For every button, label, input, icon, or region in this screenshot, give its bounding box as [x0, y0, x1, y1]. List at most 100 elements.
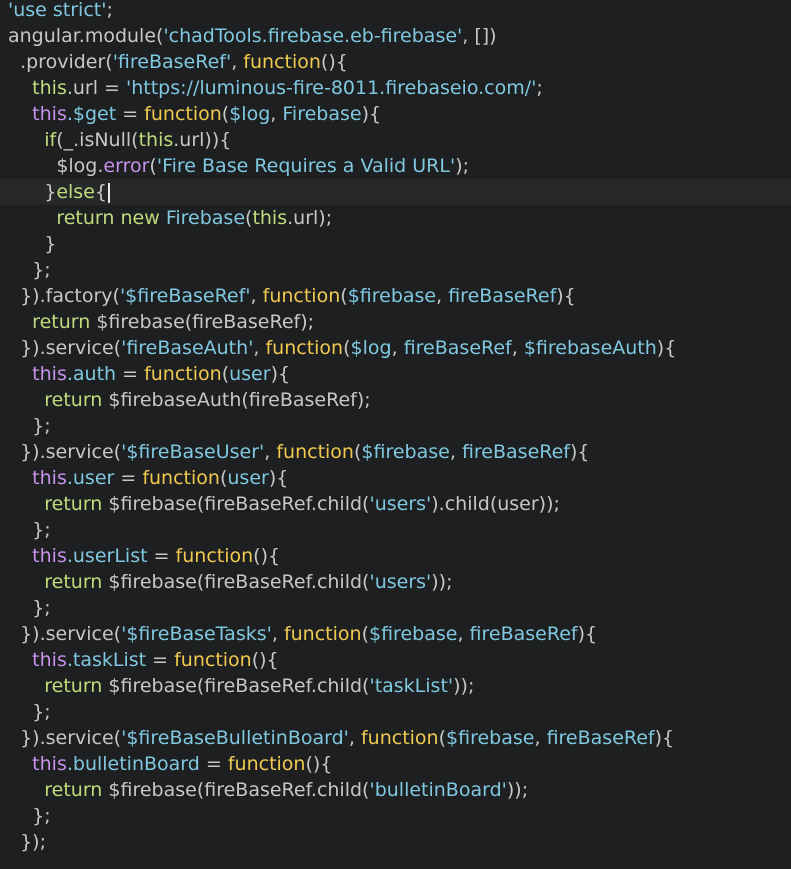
code-token: fireBaseRef — [546, 727, 655, 749]
code-token: ( — [361, 623, 369, 645]
code-line[interactable]: }; — [0, 257, 791, 283]
code-line[interactable]: return $firebase(fireBaseRef.child('bull… — [0, 777, 791, 803]
code-token: this — [32, 467, 67, 489]
code-token: $firebase — [361, 441, 450, 463]
code-token: $log — [229, 103, 271, 125]
code-line[interactable]: return $firebaseAuth(fireBaseRef); — [0, 387, 791, 413]
code-token: ){ — [654, 727, 675, 749]
code-line[interactable]: }).service('fireBaseAuth', function($log… — [0, 335, 791, 361]
code-line[interactable]: }else{ — [0, 179, 791, 205]
code-line-text: this.$get = function($log, Firebase){ — [8, 101, 381, 127]
code-line[interactable]: return $firebase(fireBaseRef); — [0, 309, 791, 335]
code-token: }; — [8, 597, 51, 619]
code-token: , — [271, 623, 284, 645]
code-line[interactable]: return $firebase(fireBaseRef.child('user… — [0, 569, 791, 595]
code-line[interactable]: }).service('$fireBaseUser', function($fi… — [0, 439, 791, 465]
code-token: ( — [340, 285, 348, 307]
code-token: return — [44, 571, 103, 593]
code-token: $firebase(fireBaseRef.child( — [102, 779, 370, 801]
code-token: = — [116, 363, 145, 385]
code-token: user — [227, 467, 269, 489]
code-token: this — [32, 649, 67, 671]
code-token: = — [147, 545, 176, 567]
code-line[interactable]: angular.module('chadTools.firebase.eb-fi… — [0, 23, 791, 49]
code-line[interactable]: this.$get = function($log, Firebase){ — [0, 101, 791, 127]
code-token: 'users' — [369, 493, 432, 515]
code-line[interactable]: $log.error('Fire Base Requires a Valid U… — [0, 153, 791, 179]
code-line-text: }; — [8, 803, 51, 829]
code-line[interactable]: }); — [0, 829, 791, 855]
code-token: (){ — [320, 51, 348, 73]
code-line-text: }).service('$fireBaseBulletinBoard', fun… — [8, 725, 674, 751]
code-line[interactable]: }; — [0, 699, 791, 725]
code-line-text: }); — [8, 829, 46, 855]
code-token: this — [32, 753, 67, 775]
code-line[interactable]: }).service('$fireBaseBulletinBoard', fun… — [0, 725, 791, 751]
code-line[interactable]: }; — [0, 413, 791, 439]
code-token: .taskList — [66, 649, 147, 671]
code-line-text: angular.module('chadTools.firebase.eb-fi… — [8, 23, 497, 49]
code-line-text: }).service('$fireBaseTasks', function($f… — [8, 621, 597, 647]
code-token: $firebase(fireBaseRef.child( — [102, 571, 370, 593]
code-token: $firebaseAuth(fireBaseRef); — [102, 389, 371, 411]
code-line[interactable]: this.taskList = function(){ — [0, 647, 791, 673]
code-line[interactable]: return $firebase(fireBaseRef.child('task… — [0, 673, 791, 699]
code-token: }).service( — [8, 441, 122, 463]
code-line[interactable]: }).factory('$fireBaseRef', function($fir… — [0, 283, 791, 309]
code-token: (){ — [251, 649, 279, 671]
code-line[interactable]: }; — [0, 517, 791, 543]
code-line-text: this.url = 'https://luminous-fire-8011.f… — [8, 75, 543, 101]
code-line[interactable]: }; — [0, 595, 791, 621]
code-token: $firebase — [446, 727, 535, 749]
code-token: }; — [8, 701, 51, 723]
code-token: , — [449, 441, 462, 463]
code-token: }; — [8, 415, 51, 437]
code-line-text: this.userList = function(){ — [8, 543, 280, 569]
code-token: ; — [536, 77, 543, 99]
code-token: 'chadTools.firebase.eb-firebase' — [163, 25, 463, 47]
code-line[interactable]: return $firebase(fireBaseRef.child('user… — [0, 491, 791, 517]
code-token: return — [56, 207, 115, 229]
code-line[interactable]: .provider('fireBaseRef', function(){ — [0, 49, 791, 75]
code-token: user — [229, 363, 271, 385]
code-line[interactable]: this.user = function(user){ — [0, 465, 791, 491]
code-line[interactable]: return new Firebase(this.url); — [0, 205, 791, 231]
code-line-text: this.taskList = function(){ — [8, 647, 279, 673]
code-token: function — [227, 753, 306, 775]
code-token: fireBaseRef — [461, 441, 570, 463]
code-token: ); — [455, 155, 470, 177]
text-cursor — [107, 182, 110, 203]
code-line-text: return $firebase(fireBaseRef.child('user… — [8, 569, 452, 595]
code-line-text: this.bulletinBoard = function(){ — [8, 751, 332, 777]
code-token: factory( — [45, 285, 120, 307]
code-token: fireBaseRef — [403, 337, 512, 359]
code-token: = — [146, 649, 175, 671]
code-line[interactable]: this.userList = function(){ — [0, 543, 791, 569]
code-line[interactable]: } — [0, 231, 791, 257]
code-line[interactable]: 'use strict'; — [0, 0, 791, 23]
code-line[interactable]: if(_.isNull(this.url)){ — [0, 127, 791, 153]
code-token: } — [8, 181, 57, 203]
code-token: return — [44, 675, 103, 697]
code-line[interactable]: this.url = 'https://luminous-fire-8011.f… — [0, 75, 791, 101]
code-token: (){ — [253, 545, 281, 567]
code-token: 'use strict' — [8, 0, 107, 21]
code-line[interactable]: this.auth = function(user){ — [0, 361, 791, 387]
code-line[interactable]: this.bulletinBoard = function(){ — [0, 751, 791, 777]
code-editor[interactable]: 'use strict'; angular.module('chadTools.f… — [0, 0, 791, 869]
code-token: $firebase — [369, 623, 458, 645]
code-token: , — [348, 727, 361, 749]
code-line[interactable]: }).service('$fireBaseTasks', function($f… — [0, 621, 791, 647]
code-token: ){ — [556, 285, 576, 307]
code-token: .provider( — [8, 51, 113, 73]
code-token: ){ — [577, 623, 598, 645]
code-line[interactable]: }; — [0, 803, 791, 829]
code-token: } — [8, 233, 57, 255]
